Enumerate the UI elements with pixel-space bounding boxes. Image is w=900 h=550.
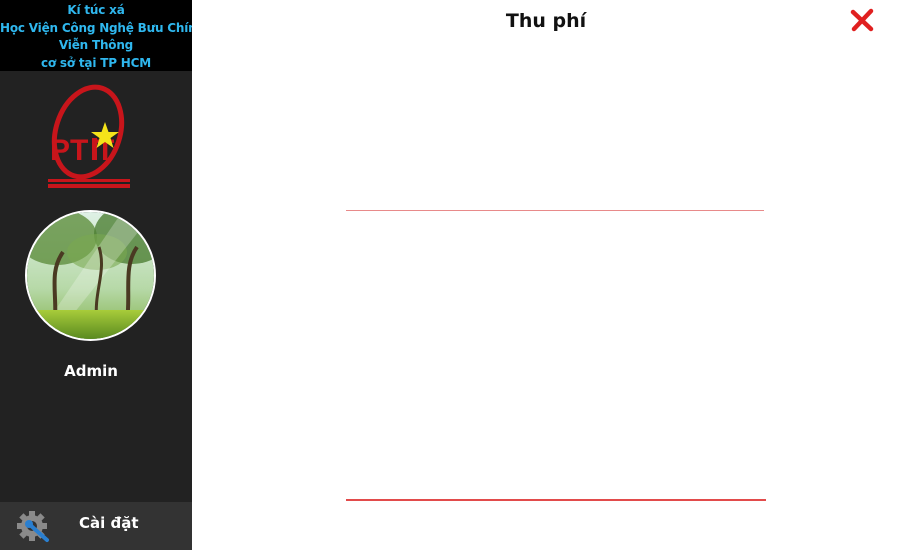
main-panel: Thu phí — [192, 0, 900, 550]
user-name: Admin — [64, 362, 118, 380]
settings-label: Cài đặt — [79, 514, 139, 532]
page-title: Thu phí — [505, 10, 587, 32]
ptit-logo: PT T — [48, 84, 130, 188]
gear-wrench-icon — [17, 511, 49, 542]
brand-line-4: cơ sở tại TP HCM — [41, 55, 151, 70]
brand-line-3: Viễn Thông — [58, 38, 134, 52]
svg-text:PT: PT — [50, 134, 88, 167]
settings-button[interactable]: Cài đặt — [0, 502, 192, 550]
avatar — [25, 210, 156, 341]
divider-bottom — [346, 499, 766, 501]
brand-line-1: Kí túc xá — [67, 3, 125, 17]
divider-top — [346, 210, 764, 211]
brand-line-2: Học Viện Công Nghệ Bưu Chính — [0, 20, 205, 35]
brand-header: Kí túc xá Học Viện Công Nghệ Bưu Chính V… — [0, 0, 205, 71]
sidebar: Kí túc xá Học Viện Công Nghệ Bưu Chính V… — [0, 0, 205, 550]
close-icon[interactable] — [850, 7, 876, 33]
